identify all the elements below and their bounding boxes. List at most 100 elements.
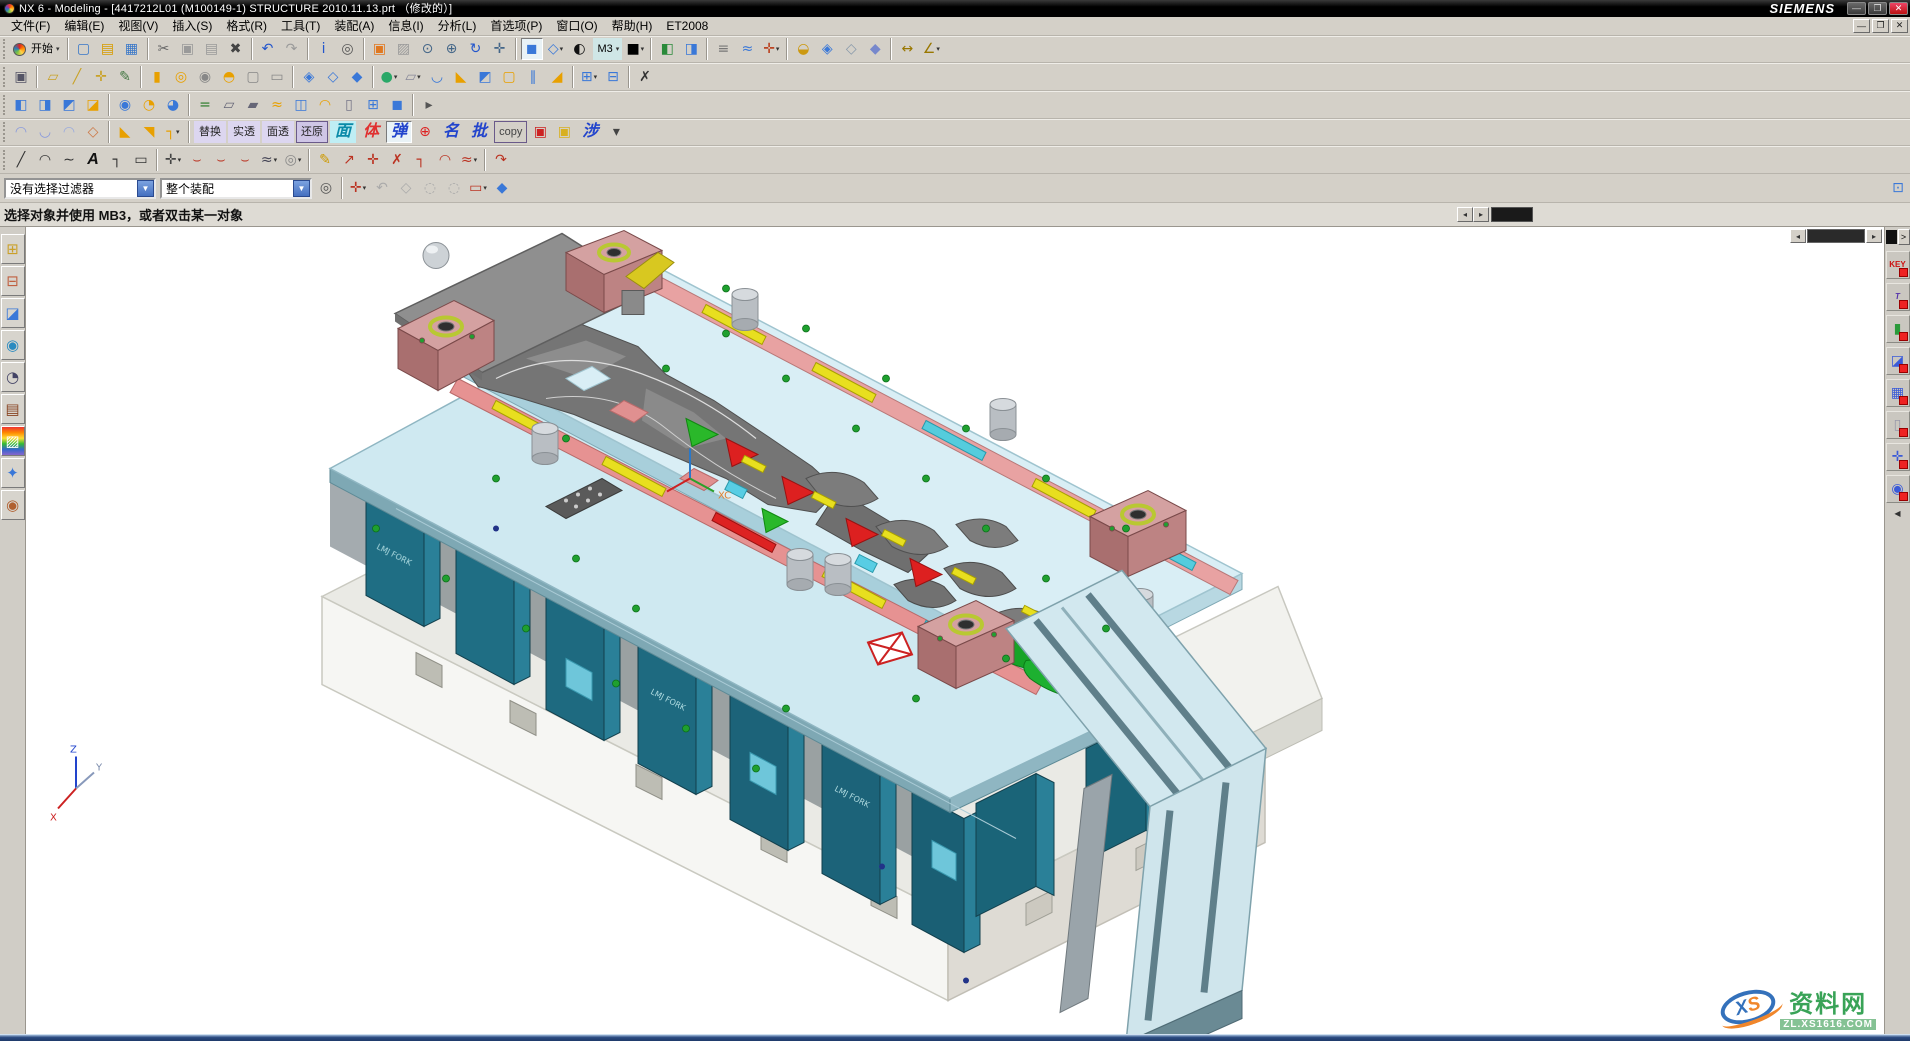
join-curve-icon[interactable]: ↗ xyxy=(338,149,360,171)
undo-icon[interactable]: ↶ xyxy=(257,38,279,60)
palette-scroll-left-icon[interactable]: ◀ xyxy=(1894,509,1900,518)
part-navigator-icon[interactable]: ◪ xyxy=(1,298,25,328)
isoparametric-curve-icon[interactable]: ◠ xyxy=(434,149,456,171)
general-selection-filter-icon[interactable]: ✛▾ xyxy=(347,177,369,199)
menu-item-7[interactable]: 信息(I) xyxy=(381,17,430,35)
through-curve-mesh-icon[interactable]: ◠ xyxy=(58,121,80,143)
intersection-curve-icon[interactable]: ✗ xyxy=(386,149,408,171)
replace-face-icon[interactable]: ◪ xyxy=(82,94,104,116)
body-display-button[interactable]: 体 xyxy=(358,121,384,143)
measure-distance-icon[interactable]: ↔ xyxy=(896,38,918,60)
part-shaft-icon[interactable]: ✛ xyxy=(1886,443,1910,471)
child-restore-button[interactable]: ❐ xyxy=(1872,19,1889,33)
chevron-down-icon[interactable]: ▾ xyxy=(483,184,487,192)
chamfer-curve-icon[interactable]: ⌣ xyxy=(234,149,256,171)
shaded-region-icon[interactable]: ▨ xyxy=(393,38,415,60)
zoom-in-out-icon[interactable]: ⊕ xyxy=(441,38,463,60)
assembly-navigator-icon[interactable]: ⊞ xyxy=(1,234,25,264)
chevron-down-icon[interactable]: ▼ xyxy=(137,180,154,197)
selection-scope-combo[interactable]: 整个装配 ▼ xyxy=(160,178,312,199)
offset-region-icon[interactable]: ◩ xyxy=(58,94,80,116)
polyline-icon[interactable]: ┐ xyxy=(106,149,128,171)
snap-point-icon[interactable]: ✛▾ xyxy=(760,38,782,60)
visualization-tools-icon[interactable]: ✦ xyxy=(1,458,25,488)
chevron-down-icon[interactable]: ▾ xyxy=(594,73,598,81)
pad-icon[interactable]: ▭ xyxy=(266,66,288,88)
unbend-icon[interactable]: ┐▾ xyxy=(162,121,184,143)
key-palette-button[interactable]: KEY xyxy=(1886,251,1910,279)
chevron-down-icon[interactable]: ▾ xyxy=(274,156,278,164)
chevron-down-icon[interactable]: ▾ xyxy=(776,45,780,53)
toolbar-grip[interactable] xyxy=(3,95,6,115)
history-icon[interactable]: ◔ xyxy=(1,362,25,392)
subtract-icon[interactable]: ◇ xyxy=(322,66,344,88)
line-icon[interactable]: ╱ xyxy=(10,149,32,171)
sphere-icon[interactable]: ●▾ xyxy=(378,66,400,88)
surface-pair-icon[interactable]: ▰ xyxy=(242,94,264,116)
shaded-mode-icon[interactable]: ◼ xyxy=(521,38,543,60)
part-green-block-icon[interactable]: ▮ xyxy=(1886,315,1910,343)
batch-tool-button[interactable]: 批 xyxy=(466,121,492,143)
chevron-down-icon[interactable]: ▾ xyxy=(474,156,478,164)
copy-attribute-button[interactable]: copy xyxy=(494,121,527,143)
ball-part[interactable] xyxy=(423,243,449,269)
datum-csys-icon[interactable]: ✛ xyxy=(90,66,112,88)
highlight-body-icon[interactable]: ◇ xyxy=(395,177,417,199)
graphics-window[interactable]: ◂ ▸ xyxy=(26,227,1884,1034)
name-display-button[interactable]: 名 xyxy=(438,121,464,143)
through-curves-icon[interactable]: ◡ xyxy=(34,121,56,143)
more-features-icon[interactable]: ▸ xyxy=(418,94,440,116)
scroll-thumb[interactable] xyxy=(1807,229,1865,243)
helix-icon[interactable]: ◎▾ xyxy=(282,149,304,171)
resize-face-icon[interactable]: ◉ xyxy=(114,94,136,116)
spline-icon[interactable]: ∼ xyxy=(58,149,80,171)
cut-icon[interactable]: ✂ xyxy=(153,38,175,60)
display-mode-icon[interactable]: ◇▾ xyxy=(545,38,567,60)
chevron-down-icon[interactable]: ▼ xyxy=(293,180,310,197)
menu-item-9[interactable]: 首选项(P) xyxy=(483,17,549,35)
toolbar-grip[interactable] xyxy=(3,150,6,170)
toolbar-grip[interactable] xyxy=(3,39,6,59)
trim-sheet-icon[interactable]: ◫ xyxy=(290,94,312,116)
center-mark-icon[interactable]: ⊕ xyxy=(414,121,436,143)
move-to-layer-icon[interactable]: ≈ xyxy=(736,38,758,60)
trim-body-icon[interactable]: ◩ xyxy=(474,66,496,88)
face-display-button[interactable]: 面 xyxy=(330,121,356,143)
studio-surface-icon[interactable]: ≈ xyxy=(266,94,288,116)
snap-arc-center-icon[interactable]: ◌ xyxy=(419,177,441,199)
copy-icon[interactable]: ▣ xyxy=(177,38,199,60)
interference-check-button[interactable]: 涉 xyxy=(577,121,603,143)
immediate-hide-icon[interactable]: ◇ xyxy=(840,38,862,60)
instance-feature-icon[interactable]: ⊞▾ xyxy=(578,66,600,88)
open-icon[interactable]: ▤ xyxy=(97,38,119,60)
part-blue-bracket-icon[interactable]: ◪ xyxy=(1886,347,1910,375)
new-icon[interactable]: ▢ xyxy=(73,38,95,60)
chevron-down-icon[interactable]: ▾ xyxy=(616,45,620,53)
materials-icon[interactable]: ▨ xyxy=(1,426,25,456)
rectangle-icon[interactable]: ▭ xyxy=(130,149,152,171)
palette-expand-button[interactable]: > xyxy=(1898,229,1910,245)
internet-explorer-icon[interactable]: ◉ xyxy=(1,330,25,360)
curve-length-icon[interactable]: ≈▾ xyxy=(458,149,480,171)
pocket-icon[interactable]: ▢ xyxy=(242,66,264,88)
part-cylinder-icon[interactable]: ◉ xyxy=(1886,475,1910,503)
solid-cube-icon[interactable]: ◼ xyxy=(386,94,408,116)
restore-display-button[interactable]: 还原 xyxy=(296,121,328,143)
part-t-slot-button[interactable]: T xyxy=(1886,283,1910,311)
ruled-surface-icon[interactable]: ◠ xyxy=(10,121,32,143)
tube-icon[interactable]: ▯ xyxy=(338,94,360,116)
spring-tool-button[interactable]: 弹 xyxy=(386,121,412,143)
maximize-view-icon[interactable]: ⊡ xyxy=(1887,177,1909,199)
pan-view-icon[interactable]: ✛ xyxy=(489,38,511,60)
menu-item-5[interactable]: 工具(T) xyxy=(274,17,327,35)
find-icon[interactable]: ◎ xyxy=(337,38,359,60)
chevron-down-icon[interactable]: ▾ xyxy=(56,45,60,53)
delete-icon[interactable]: ✖ xyxy=(225,38,247,60)
chevron-down-icon[interactable]: ▾ xyxy=(417,73,421,81)
shell-icon[interactable]: ▢ xyxy=(498,66,520,88)
roles-icon[interactable]: ◉ xyxy=(1,490,25,520)
sketch-icon[interactable]: ✎ xyxy=(114,66,136,88)
detail-feature-icon[interactable]: ◔ xyxy=(138,94,160,116)
snap-midpoint-icon[interactable]: ◌ xyxy=(443,177,465,199)
section-curve-icon[interactable]: ┐ xyxy=(410,149,432,171)
